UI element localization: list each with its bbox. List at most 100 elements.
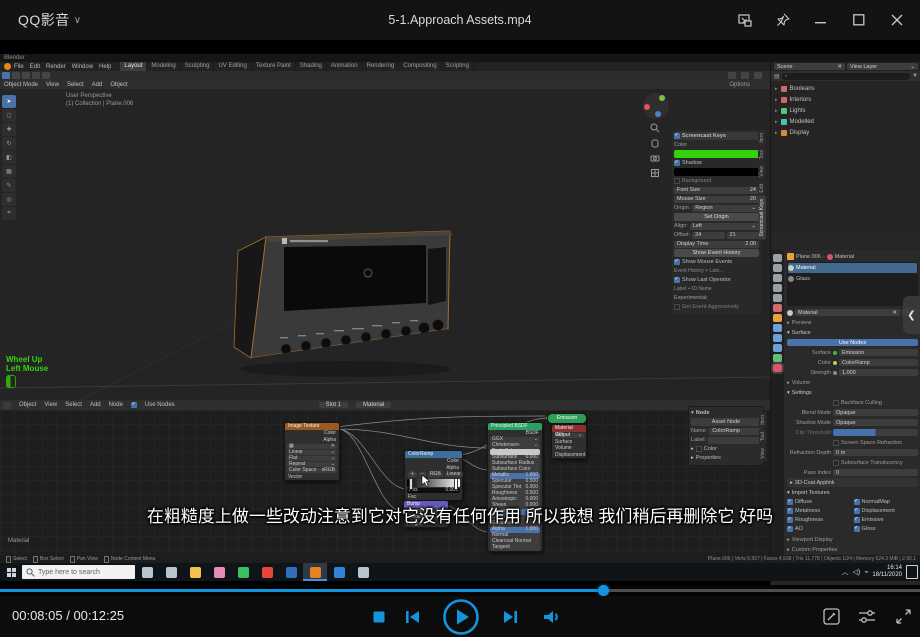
canvas-material-label: Material [8,538,29,544]
3d-viewport: User Perspective (1) Collection | Plane.… [0,89,770,400]
mouse-icon [70,556,75,563]
set-origin-button: Set Origin [674,213,759,221]
mouse-icon [33,556,38,563]
settings-button[interactable] [852,596,882,637]
shadow-color-swatch [674,168,759,176]
pin-button[interactable] [766,7,800,33]
volume-button[interactable] [538,596,564,637]
vp-menu: Add [92,82,103,88]
fullscreen-button[interactable] [888,596,918,637]
outliner-search-input: ⌕ [782,73,910,80]
npanel-tab: Item [759,412,767,428]
properties-tab-icon [773,334,782,342]
time-display: 00:08:05 / 00:12:25 [12,608,124,623]
checkbox-icon [674,277,680,283]
socket-dot-icon [833,361,837,365]
properties-tab-icon [773,344,782,352]
mini-mode-icon [738,14,752,27]
npanel-tabs: ItemToolViewEditScreencast Keys [758,130,769,241]
editor-type-icon: ▤ [774,73,780,80]
network-tray-icon: ⌁ [864,568,868,576]
tray-clock: 16:14 18/11/2020 [872,565,902,579]
node-label-field [708,437,761,444]
socket-dot-icon [833,371,837,375]
expand-caret-icon: ▸ [775,86,778,92]
maximize-button[interactable] [842,7,876,33]
properties-tab-icon [773,294,782,302]
menu-item: File [14,64,24,70]
previous-button[interactable] [399,596,425,637]
emission-node: Emission [547,413,587,424]
progress-handle[interactable] [598,585,609,596]
navigation-gizmo [643,93,669,119]
app-menu-button[interactable]: QQ影音 [18,10,70,30]
blender-window-title: Blender [0,54,920,62]
chevron-down-icon[interactable]: ∨ [74,15,81,26]
node-input-row: Tangent [490,545,540,551]
blender-menu-list: FileEditRenderWindowHelp [11,64,114,70]
collection-icon [781,130,787,136]
taskbar-app-icon [351,563,375,581]
outliner-item: ▸ Interiors [771,94,920,105]
tool-settings-bar [0,71,770,80]
playlist-toggle-handle[interactable]: ❮ [903,296,920,334]
active-tool-icon [2,72,10,79]
volume-tray-icon: ◁) [852,568,860,576]
video-display-area[interactable]: Blender FileEditRenderWindowHelp LayoutM… [0,40,920,585]
screencast-keys-panel: Screencast Keys Color Shadow Background … [672,130,761,314]
play-button[interactable] [442,596,480,637]
collection-icon [781,86,787,92]
npanel-tab: Screencast Keys [758,196,766,240]
workspace-tab: UV Editing [214,62,251,71]
qq-player-window: QQ影音 ∨ 5-1.Approach Assets.mp4 [0,0,920,637]
workspace-tab: Shading [296,62,327,71]
camera-view-icon [650,153,660,163]
gizmo-z-axis [655,111,661,117]
taskbar-app-icon [207,563,231,581]
stop-button[interactable] [366,596,392,637]
collection-icon [781,119,787,125]
taskbar-app-icon [279,563,303,581]
mouse-indicator-icon [6,375,16,388]
properties-tab-icon [773,324,782,332]
checkbox-icon [674,160,680,166]
scene-statistics: Plane.006 | Verts 5,557 | Faces 4,938 | … [708,556,916,562]
shader-npanel: ▾Node Asset Node Name:ColorRamp Label: ▸… [688,406,764,466]
clip-threshold-slider [833,429,918,436]
properties-tab-icon [773,314,782,322]
material-sphere-icon [788,276,794,282]
editor-type-icon [3,402,11,409]
minimize-icon [815,14,827,26]
transform-orientation-icon [728,72,736,79]
taskbar-app-icon [231,563,255,581]
object-icon [787,253,794,260]
taskbar-app-icon [135,563,159,581]
select-mode-icon [22,72,30,79]
npanel-tab: Tool [758,147,766,162]
taskbar-app-icon [159,563,183,581]
mini-mode-button[interactable] [728,7,762,33]
pin-icon [776,13,790,27]
tray-caret-icon: ︿ [841,567,848,577]
image-texture-node: Image Texture Color Alpha ▦✕ Linear⌄ Fla… [284,422,340,481]
screenshot-tool-button[interactable] [816,596,846,637]
outliner-item: ▸ Lights [771,105,920,116]
fullscreen-icon [895,608,912,625]
shader-editor-header: Object View Select Add Node Use Nodes Sl… [0,400,770,410]
expand-caret-icon: ▸ [775,97,778,103]
shader-npanel-tabs: ItemToolView [759,412,769,463]
outliner-item: ▸ Booleans [771,83,920,94]
checkbox-icon [696,446,702,452]
next-button[interactable] [497,596,523,637]
seek-bar[interactable] [0,585,920,596]
screenshot-tool-icon [823,608,840,625]
color-swatch [674,150,759,158]
minimize-button[interactable] [804,7,838,33]
scene-selector: Scene✕ [774,63,845,70]
properties-breadcrumb: Plane.006 › Material [787,252,918,261]
workspace-tab: Sculpting [181,62,215,71]
ramp-stop-handle [454,478,458,490]
checkbox-icon [674,304,680,310]
close-button[interactable] [880,7,914,33]
colorramp-gradient [407,479,460,487]
